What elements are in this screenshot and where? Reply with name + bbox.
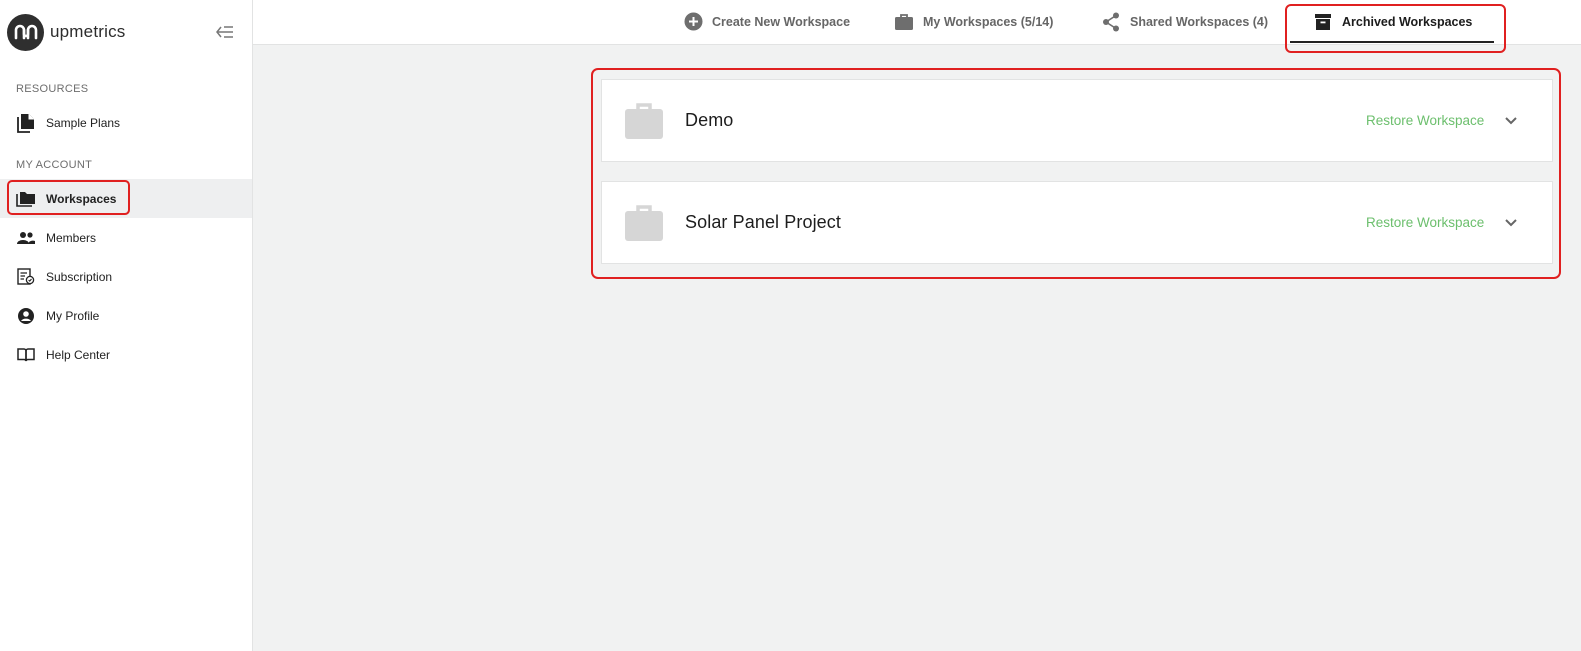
briefcase-icon bbox=[893, 11, 915, 33]
book-icon bbox=[16, 345, 36, 365]
workspace-name: Demo bbox=[685, 110, 734, 130]
workspace-card[interactable]: Solar Panel Project Restore Workspace bbox=[601, 181, 1553, 264]
chevron-down-icon bbox=[1505, 116, 1517, 124]
expand-button[interactable] bbox=[1502, 112, 1520, 130]
brand-name: upmetrics bbox=[50, 22, 126, 41]
tab-my-workspaces[interactable]: My Workspaces (5/14) bbox=[893, 0, 1053, 43]
people-icon bbox=[16, 228, 36, 248]
tab-create-new-workspace[interactable]: Create New Workspace bbox=[682, 0, 850, 43]
archive-icon bbox=[1312, 11, 1334, 33]
share-icon bbox=[1100, 11, 1122, 33]
briefcase-icon bbox=[625, 205, 663, 241]
expand-button[interactable] bbox=[1502, 214, 1520, 232]
collapse-sidebar-button[interactable] bbox=[214, 22, 236, 42]
tab-archived-workspaces[interactable]: Archived Workspaces bbox=[1285, 0, 1506, 53]
restore-workspace-button[interactable]: Restore Workspace bbox=[1366, 215, 1484, 230]
sidebar-item-label: Workspaces bbox=[46, 191, 117, 206]
sidebar-item-label: My Profile bbox=[46, 308, 100, 323]
tab-label: Shared Workspaces (4) bbox=[1130, 14, 1269, 29]
sidebar-item-label: Members bbox=[46, 230, 97, 245]
collapse-menu-icon bbox=[216, 26, 233, 38]
workspace-card[interactable]: Demo Restore Workspace bbox=[601, 79, 1553, 162]
section-label-my-account: MY ACCOUNT bbox=[16, 159, 93, 171]
sidebar-item-members[interactable]: Members bbox=[0, 218, 252, 257]
tab-shared-workspaces[interactable]: Shared Workspaces (4) bbox=[1100, 0, 1268, 43]
sidebar-item-sample-plans[interactable]: Sample Plans bbox=[0, 103, 252, 142]
tab-label: Archived Workspaces bbox=[1342, 14, 1473, 29]
sidebar-item-workspaces[interactable]: Workspaces bbox=[0, 179, 252, 218]
sidebar-item-label: Sample Plans bbox=[46, 115, 121, 130]
upmetrics-logo-icon bbox=[7, 13, 44, 51]
workspace-name: Solar Panel Project bbox=[685, 212, 841, 232]
tab-label: Create New Workspace bbox=[712, 14, 851, 29]
receipt-icon bbox=[16, 267, 36, 287]
sidebar: upmetrics RESOURCES Sample Plans MY ACCO… bbox=[0, 0, 253, 651]
account-circle-icon bbox=[16, 306, 36, 326]
plus-circle-icon bbox=[682, 11, 704, 33]
tab-label: My Workspaces (5/14) bbox=[923, 14, 1054, 29]
chevron-down-icon bbox=[1505, 218, 1517, 226]
documents-icon bbox=[16, 113, 36, 133]
sidebar-item-help-center[interactable]: Help Center bbox=[0, 335, 252, 374]
brand[interactable]: upmetrics bbox=[7, 13, 126, 51]
restore-workspace-button[interactable]: Restore Workspace bbox=[1366, 113, 1484, 128]
sidebar-item-label: Help Center bbox=[46, 347, 111, 362]
sidebar-item-label: Subscription bbox=[46, 269, 113, 284]
active-tab-indicator bbox=[1290, 41, 1494, 43]
sidebar-item-subscription[interactable]: Subscription bbox=[0, 257, 252, 296]
folder-icon bbox=[16, 189, 36, 209]
top-tab-bar: Create New Workspace My Workspaces (5/14… bbox=[253, 0, 1581, 53]
briefcase-icon bbox=[625, 103, 663, 139]
section-label-resources: RESOURCES bbox=[16, 83, 89, 95]
sidebar-item-my-profile[interactable]: My Profile bbox=[0, 296, 252, 335]
